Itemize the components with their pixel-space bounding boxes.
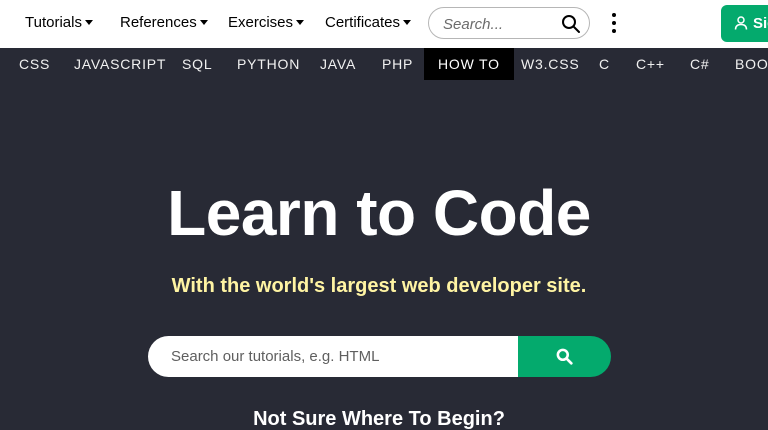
subnav-w3css[interactable]: W3.CSS bbox=[521, 48, 579, 80]
caret-down-icon bbox=[199, 20, 208, 25]
top-navbar: Tutorials References Exercises Certifica… bbox=[0, 0, 768, 48]
subnav-php[interactable]: PHP bbox=[382, 48, 413, 80]
subnav-css[interactable]: CSS bbox=[19, 48, 50, 80]
search-icon bbox=[556, 348, 573, 365]
menu-references[interactable]: References bbox=[120, 14, 208, 31]
subnav-c[interactable]: C bbox=[599, 48, 610, 80]
kebab-menu-icon[interactable] bbox=[606, 12, 622, 34]
caret-down-icon bbox=[296, 20, 305, 25]
hero-search-input[interactable] bbox=[148, 336, 520, 377]
subject-nav: CSS JAVASCRIPT SQL PYTHON JAVA PHP HOW T… bbox=[0, 48, 768, 80]
begin-heading: Not Sure Where To Begin? bbox=[253, 408, 505, 430]
subnav-java[interactable]: JAVA bbox=[320, 48, 356, 80]
caret-down-icon bbox=[84, 20, 93, 25]
signin-button[interactable]: Sig bbox=[721, 5, 768, 42]
caret-down-icon bbox=[403, 20, 412, 25]
hero-title: Learn to Code bbox=[167, 177, 591, 249]
subnav-sql[interactable]: SQL bbox=[182, 48, 212, 80]
subnav-bootstrap[interactable]: BOOT bbox=[735, 48, 768, 80]
menu-tutorials[interactable]: Tutorials bbox=[25, 14, 93, 31]
menu-exercises[interactable]: Exercises bbox=[228, 14, 305, 31]
subnav-howto[interactable]: HOW TO bbox=[424, 48, 514, 80]
hero-search-bar bbox=[148, 336, 611, 377]
hero-subtitle: With the world's largest web developer s… bbox=[171, 275, 587, 297]
subnav-python[interactable]: PYTHON bbox=[237, 48, 300, 80]
menu-certificates[interactable]: Certificates bbox=[325, 14, 412, 31]
subnav-csharp[interactable]: C# bbox=[690, 48, 710, 80]
top-search-input[interactable] bbox=[443, 14, 553, 34]
subnav-cpp[interactable]: C++ bbox=[636, 48, 665, 80]
user-icon bbox=[734, 16, 748, 30]
hero-search-button[interactable] bbox=[518, 336, 611, 377]
top-search-box bbox=[428, 7, 590, 39]
subnav-javascript[interactable]: JAVASCRIPT bbox=[74, 48, 166, 80]
search-icon[interactable] bbox=[561, 14, 581, 34]
